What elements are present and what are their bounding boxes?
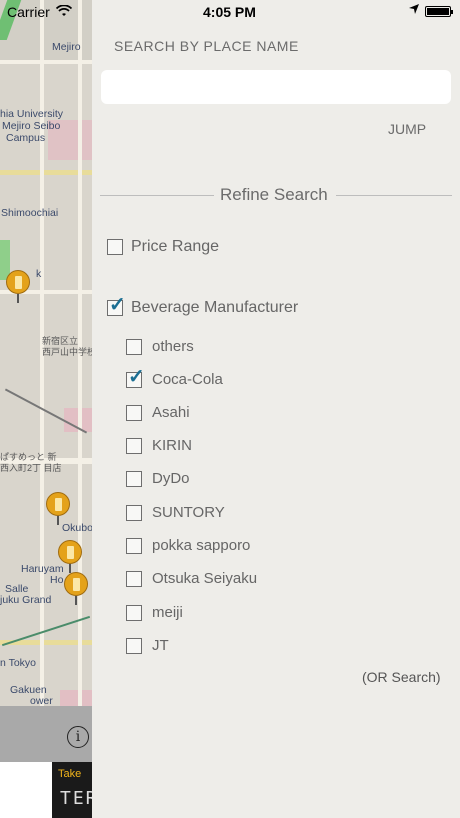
refine-search-title: Refine Search bbox=[220, 185, 328, 204]
ad-text: TER bbox=[60, 788, 92, 809]
beverage-manufacturer-option[interactable]: ✓ Beverage Manufacturer bbox=[107, 295, 299, 317]
manufacturer-option-others[interactable]: others bbox=[126, 338, 194, 355]
manufacturer-label: Otsuka Seiyaku bbox=[152, 570, 258, 587]
manufacturer-option-otsuka-seiyaku[interactable]: Otsuka Seiyaku bbox=[126, 570, 257, 587]
manufacturer-label: JT bbox=[152, 637, 169, 654]
map-label: Campus bbox=[6, 132, 46, 144]
manufacturer-option-jt[interactable]: JT bbox=[126, 637, 169, 654]
jump-button[interactable]: JUMP bbox=[388, 121, 426, 137]
map-label: Mejiro bbox=[52, 41, 81, 53]
map-label: hia University bbox=[0, 108, 64, 120]
checkbox[interactable] bbox=[126, 604, 142, 621]
manufacturer-label: Asahi bbox=[152, 404, 190, 421]
ad-text: Take bbox=[58, 768, 82, 780]
checkbox[interactable] bbox=[126, 504, 142, 521]
search-panel: SEARCH BY PLACE NAME JUMP Refine Search … bbox=[92, 0, 460, 818]
manufacturer-label: others bbox=[152, 338, 194, 355]
price-range-checkbox[interactable] bbox=[107, 239, 123, 255]
battery-icon bbox=[425, 6, 453, 17]
info-icon[interactable]: i bbox=[67, 726, 89, 748]
wifi-icon bbox=[55, 4, 73, 20]
checkmark-icon: ✓ bbox=[128, 365, 145, 388]
checkbox[interactable]: ✓ bbox=[126, 367, 145, 388]
beverage-manufacturer-checkbox[interactable]: ✓ bbox=[107, 295, 126, 316]
status-bar: Carrier 4:05 PM bbox=[0, 0, 460, 24]
price-range-label: Price Range bbox=[131, 238, 220, 255]
checkbox[interactable] bbox=[126, 537, 142, 554]
or-search-note: (OR Search) bbox=[362, 669, 441, 685]
checkmark-icon: ✓ bbox=[109, 294, 126, 316]
manufacturer-label: DyDo bbox=[152, 470, 190, 487]
checkbox[interactable] bbox=[126, 437, 142, 454]
manufacturer-label: KIRIN bbox=[152, 437, 193, 454]
map-label: 西入町2丁 目店 bbox=[0, 463, 62, 473]
divider bbox=[100, 195, 214, 196]
manufacturer-option-pokka-sapporo[interactable]: pokka sapporo bbox=[126, 537, 250, 554]
manufacturer-option-suntory[interactable]: SUNTORY bbox=[126, 504, 225, 521]
vending-machine-pin-icon[interactable] bbox=[6, 270, 32, 303]
map-label: n Tokyo bbox=[0, 657, 36, 669]
manufacturer-option-coca-cola[interactable]: ✓ Coca-Cola bbox=[126, 367, 223, 388]
manufacturer-label: Coca-Cola bbox=[152, 371, 223, 388]
manufacturer-option-asahi[interactable]: Asahi bbox=[126, 404, 190, 421]
place-name-search-input[interactable] bbox=[101, 70, 451, 104]
map-label: k bbox=[36, 268, 42, 280]
vending-machine-pin-icon[interactable] bbox=[58, 540, 84, 573]
checkbox[interactable] bbox=[126, 570, 142, 587]
location-arrow-icon bbox=[409, 4, 419, 17]
checkbox[interactable] bbox=[126, 470, 142, 487]
manufacturer-option-kirin[interactable]: KIRIN bbox=[126, 437, 192, 454]
manufacturer-label: SUNTORY bbox=[152, 504, 225, 521]
status-time: 4:05 PM bbox=[203, 4, 256, 20]
manufacturer-label: meiji bbox=[152, 604, 183, 621]
checkbox[interactable] bbox=[126, 404, 142, 421]
manufacturer-option-dydo[interactable]: DyDo bbox=[126, 470, 190, 487]
checkbox[interactable] bbox=[126, 637, 142, 654]
manufacturer-label: pokka sapporo bbox=[152, 537, 251, 554]
search-label: SEARCH BY PLACE NAME bbox=[114, 38, 299, 54]
checkbox[interactable] bbox=[126, 338, 142, 355]
map-label: Mejiro Seibo bbox=[2, 120, 61, 132]
manufacturer-option-meiji[interactable]: meiji bbox=[126, 604, 183, 621]
vending-machine-pin-icon[interactable] bbox=[64, 572, 90, 605]
price-range-option[interactable]: Price Range bbox=[107, 238, 219, 256]
map-label: 西戸山中学校 bbox=[42, 347, 92, 357]
carrier-label: Carrier bbox=[7, 4, 50, 20]
map-label: Ho bbox=[50, 574, 64, 586]
map-label: juku Grand bbox=[0, 594, 52, 606]
divider bbox=[336, 195, 452, 196]
vending-machine-pin-icon[interactable] bbox=[46, 492, 72, 525]
map-label: Shimoochiai bbox=[1, 207, 59, 219]
map-view[interactable]: Mejiro hia University Mejiro Seibo Campu… bbox=[0, 0, 92, 818]
ad-banner[interactable]: Take TER bbox=[0, 762, 92, 818]
beverage-manufacturer-label: Beverage Manufacturer bbox=[131, 299, 299, 316]
